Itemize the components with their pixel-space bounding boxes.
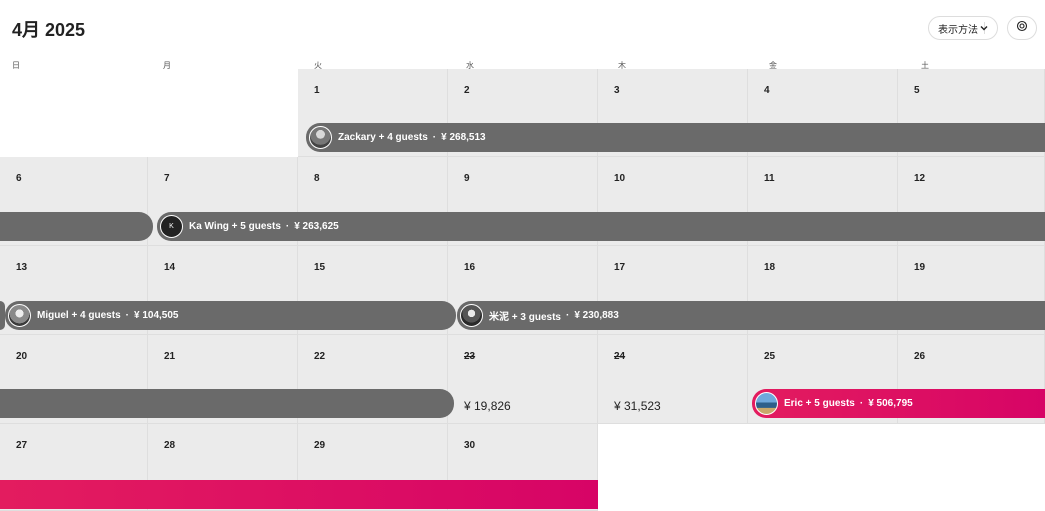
day-number: 26: [914, 351, 926, 362]
day-cell[interactable]: 24 ¥ 31,523: [598, 335, 748, 424]
nightly-price: ¥ 31,523: [614, 399, 661, 413]
guest-avatar: [8, 304, 31, 327]
day-number: 11: [764, 173, 775, 184]
guest-avatar: [309, 126, 332, 149]
day-number: 14: [164, 262, 176, 273]
day-number: 25: [764, 351, 776, 362]
day-number: 4: [764, 85, 770, 96]
reservation-bar-kawing[interactable]: K Ka Wing + 5 guests · ¥ 263,625: [157, 212, 1045, 241]
day-number: 15: [314, 262, 326, 273]
day-number: 3: [614, 85, 620, 96]
separator-dot: ·: [125, 310, 129, 321]
day-number: 1: [314, 85, 320, 96]
day-number: 5: [914, 85, 920, 96]
day-number: 10: [614, 173, 626, 184]
day-number: 12: [914, 173, 926, 184]
settings-icon: [1016, 19, 1028, 37]
day-number-blocked: 24: [614, 351, 626, 362]
guest-avatar-initial: K: [160, 215, 183, 238]
reservation-bar-continued[interactable]: [0, 212, 153, 241]
reservation-bar-miguel[interactable]: Miguel + 4 guests · ¥ 104,505: [5, 301, 456, 330]
view-mode-label: 表示方法: [938, 24, 978, 36]
reservation-bar-eric[interactable]: Eric + 5 guests · ¥ 506,795: [752, 389, 1045, 418]
separator-dot: ·: [432, 132, 437, 143]
separator-dot: ·: [859, 398, 864, 409]
view-mode-button[interactable]: 表示方法: [928, 16, 998, 40]
reservation-bar-continued[interactable]: [0, 389, 454, 418]
day-number: 19: [914, 262, 926, 273]
day-number: 16: [464, 262, 476, 273]
reservation-amount: ¥ 268,513: [441, 132, 486, 143]
reservation-bar-mini[interactable]: 米泥 + 3 guests · ¥ 230,883: [457, 301, 1045, 330]
reservation-bar-zackary[interactable]: Zackary + 4 guests · ¥ 268,513: [306, 123, 1045, 152]
page-title: 4月 2025: [12, 20, 86, 40]
guest-name: 米泥 + 3 guests: [489, 312, 561, 323]
day-cell[interactable]: 23 ¥ 19,826: [448, 335, 598, 424]
day-number: 2: [464, 85, 470, 96]
guest-name: Miguel + 4 guests: [37, 310, 121, 321]
day-number: 22: [314, 351, 326, 362]
guest-name: Ka Wing + 5 guests: [189, 221, 281, 232]
weekday-sun: 日: [12, 61, 20, 70]
weekday-mon: 月: [163, 61, 171, 70]
guest-name: Eric + 5 guests: [784, 398, 855, 409]
day-number: 29: [314, 440, 326, 451]
day-number: 21: [164, 351, 176, 362]
guest-name: Zackary + 4 guests: [338, 132, 428, 143]
day-number: 7: [164, 173, 170, 184]
guest-avatar: [460, 304, 483, 327]
day-number: 28: [164, 440, 176, 451]
day-number: 8: [314, 173, 320, 184]
day-number: 6: [16, 173, 22, 184]
day-number: 18: [764, 262, 776, 273]
separator-dot: ·: [285, 221, 290, 232]
reservation-amount: ¥ 263,625: [294, 221, 339, 232]
reservation-amount: ¥ 104,505: [133, 310, 179, 321]
settings-button[interactable]: [1007, 16, 1037, 40]
day-number: 17: [614, 262, 626, 273]
nightly-price: ¥ 19,826: [464, 399, 511, 413]
reservation-amount: ¥ 230,883: [574, 310, 619, 321]
day-number: 27: [16, 440, 28, 451]
day-number-blocked: 23: [464, 351, 476, 362]
day-number: 20: [16, 351, 28, 362]
day-number: 9: [464, 173, 470, 184]
reservation-bar-eric-continued[interactable]: [0, 480, 598, 509]
separator-dot: ·: [565, 310, 570, 321]
day-number: 13: [16, 262, 28, 273]
reservation-amount: ¥ 506,795: [868, 398, 913, 409]
day-number: 30: [464, 440, 476, 451]
chevron-down-icon: [979, 22, 989, 37]
guest-avatar: [755, 392, 778, 415]
